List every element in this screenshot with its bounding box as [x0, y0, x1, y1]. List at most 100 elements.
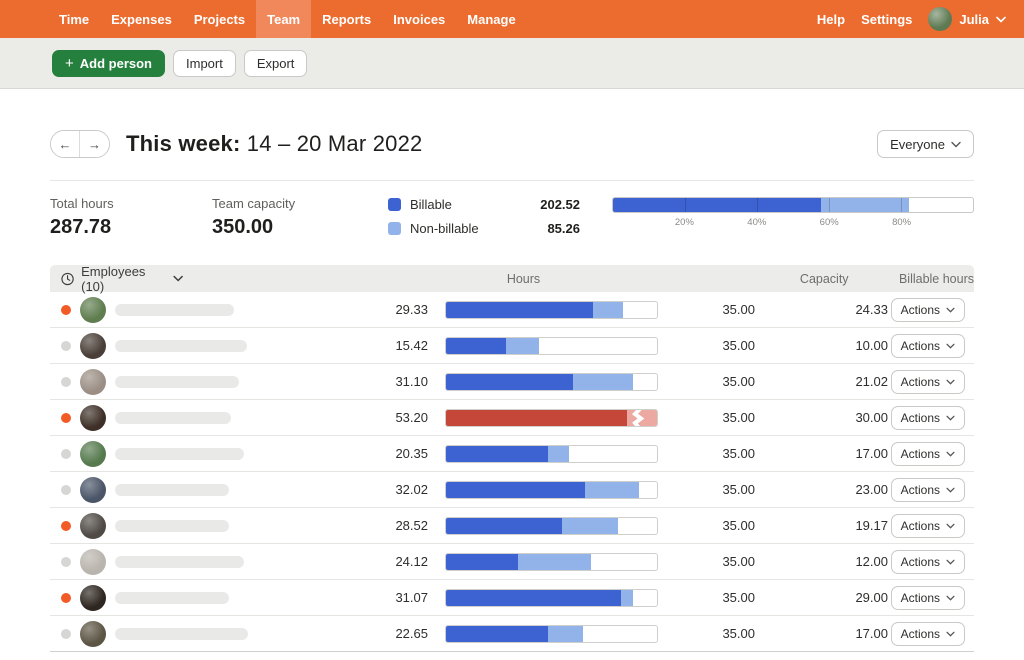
add-person-button[interactable]: + Add person — [52, 49, 165, 77]
hours-bar — [445, 444, 658, 463]
nav-manage[interactable]: Manage — [456, 0, 526, 38]
nav-settings[interactable]: Settings — [861, 12, 912, 27]
hours-bar — [445, 480, 658, 499]
employee-cell — [50, 476, 360, 503]
progress-billable-fill — [613, 198, 822, 212]
actions-cell: Actions — [890, 549, 965, 574]
actions-dropdown-button[interactable]: Actions — [890, 549, 965, 574]
capacity-value: 35.00 — [722, 302, 755, 317]
chevron-down-icon — [173, 275, 184, 282]
column-header-capacity: Capacity — [799, 271, 849, 286]
billable-label: Billable — [410, 197, 452, 212]
actions-cell: Actions — [890, 369, 965, 394]
nav-reports[interactable]: Reports — [311, 0, 382, 38]
employee-name-placeholder — [115, 483, 229, 496]
bar-billable-segment — [446, 589, 621, 606]
actions-dropdown-button[interactable]: Actions — [890, 477, 965, 502]
bar-billable-segment — [446, 445, 549, 462]
nav-projects[interactable]: Projects — [183, 0, 256, 38]
table-row: 32.02 35.00 23.00 Actions — [50, 472, 974, 508]
hours-value: 53.20 — [395, 410, 428, 425]
billable-value: 12.00 — [855, 554, 888, 569]
billable-value: 202.52 — [540, 197, 580, 212]
bar-nonbillable-segment — [584, 481, 640, 498]
team-capacity-value: 350.00 — [212, 216, 274, 238]
hours-bar-cell — [445, 336, 658, 355]
nav-expenses[interactable]: Expenses — [100, 0, 183, 38]
nav-team[interactable]: Team — [256, 0, 312, 38]
actions-cell: Actions — [890, 477, 965, 502]
employee-cell — [50, 584, 360, 611]
actions-dropdown-button[interactable]: Actions — [890, 441, 965, 466]
actions-dropdown-button[interactable]: Actions — [890, 297, 965, 322]
table-body: 29.33 35.00 24.33 Actions 15.42 35.00 10.00 Act… — [50, 292, 974, 652]
employee-cell — [50, 512, 360, 539]
week-pager: ← → — [50, 130, 110, 158]
employee-cell — [50, 404, 360, 431]
employee-name-placeholder — [115, 303, 234, 316]
status-dot-inactive — [61, 484, 71, 495]
team-capacity-stat: Team capacity 350.00 — [212, 196, 388, 239]
bar-billable-over-segment — [446, 409, 627, 426]
employee-name-placeholder — [115, 627, 248, 640]
hours-bar — [445, 300, 658, 319]
user-name: Julia — [959, 11, 989, 27]
actions-dropdown-button[interactable]: Actions — [890, 585, 965, 610]
employee-avatar — [80, 296, 106, 323]
actions-dropdown-button[interactable]: Actions — [890, 405, 965, 430]
actions-dropdown-button[interactable]: Actions — [890, 513, 965, 538]
nav-time[interactable]: Time — [48, 0, 100, 38]
chevron-down-icon — [946, 379, 955, 385]
bar-nonbillable-segment — [620, 589, 634, 606]
export-button[interactable]: Export — [243, 49, 308, 77]
employee-avatar — [80, 404, 106, 431]
table-row: 22.65 35.00 17.00 Actions — [50, 616, 974, 652]
nav-help[interactable]: Help — [817, 12, 845, 27]
table-row: 28.52 35.00 19.17 Actions — [50, 508, 974, 544]
bar-nonbillable-segment — [548, 445, 569, 462]
chevron-down-icon — [946, 559, 955, 565]
everyone-filter-dropdown[interactable]: Everyone — [877, 130, 974, 158]
actions-dropdown-button[interactable]: Actions — [890, 333, 965, 358]
nav-invoices[interactable]: Invoices — [382, 0, 456, 38]
next-week-button[interactable]: → — [80, 131, 109, 157]
bar-billable-segment — [446, 553, 519, 570]
status-dot-inactive — [61, 376, 71, 387]
actions-dropdown-button[interactable]: Actions — [890, 621, 965, 646]
actions-cell: Actions — [890, 405, 965, 430]
hours-bar — [445, 408, 658, 427]
nonbillable-swatch — [388, 222, 401, 235]
capacity-value: 35.00 — [722, 338, 755, 353]
employee-avatar — [80, 548, 106, 575]
hours-bar — [445, 552, 658, 571]
legend-nonbillable: Non-billable 85.26 — [388, 221, 580, 236]
status-dot-active — [61, 304, 71, 315]
employees-dropdown[interactable]: Employees (10) — [50, 264, 184, 294]
actions-dropdown-button[interactable]: Actions — [890, 369, 965, 394]
user-menu[interactable]: Julia — [928, 7, 1006, 31]
capacity-value: 35.00 — [722, 626, 755, 641]
hours-bar-cell — [445, 300, 658, 319]
billable-value: 29.00 — [855, 590, 888, 605]
status-dot-inactive — [61, 448, 71, 459]
legend-billable: Billable 202.52 — [388, 197, 580, 212]
actions-cell: Actions — [890, 513, 965, 538]
team-progress-bar — [612, 197, 974, 213]
nonbillable-label: Non-billable — [410, 221, 479, 236]
actions-cell: Actions — [890, 297, 965, 322]
employee-cell — [50, 440, 360, 467]
progress-tick — [901, 198, 902, 212]
title-prefix: This week: — [126, 131, 241, 156]
status-dot-active — [61, 592, 71, 603]
total-hours-value: 287.78 — [50, 216, 112, 238]
table-row: 31.07 35.00 29.00 Actions — [50, 580, 974, 616]
hours-bar — [445, 624, 658, 643]
status-dot-active — [61, 520, 71, 531]
table-row: 31.10 35.00 21.02 Actions — [50, 364, 974, 400]
progress-tick — [685, 198, 686, 212]
team-capacity-label: Team capacity — [212, 196, 296, 211]
hours-value: 31.07 — [395, 590, 428, 605]
prev-week-button[interactable]: ← — [51, 131, 80, 157]
import-button[interactable]: Import — [173, 49, 236, 77]
capacity-value: 35.00 — [722, 410, 755, 425]
